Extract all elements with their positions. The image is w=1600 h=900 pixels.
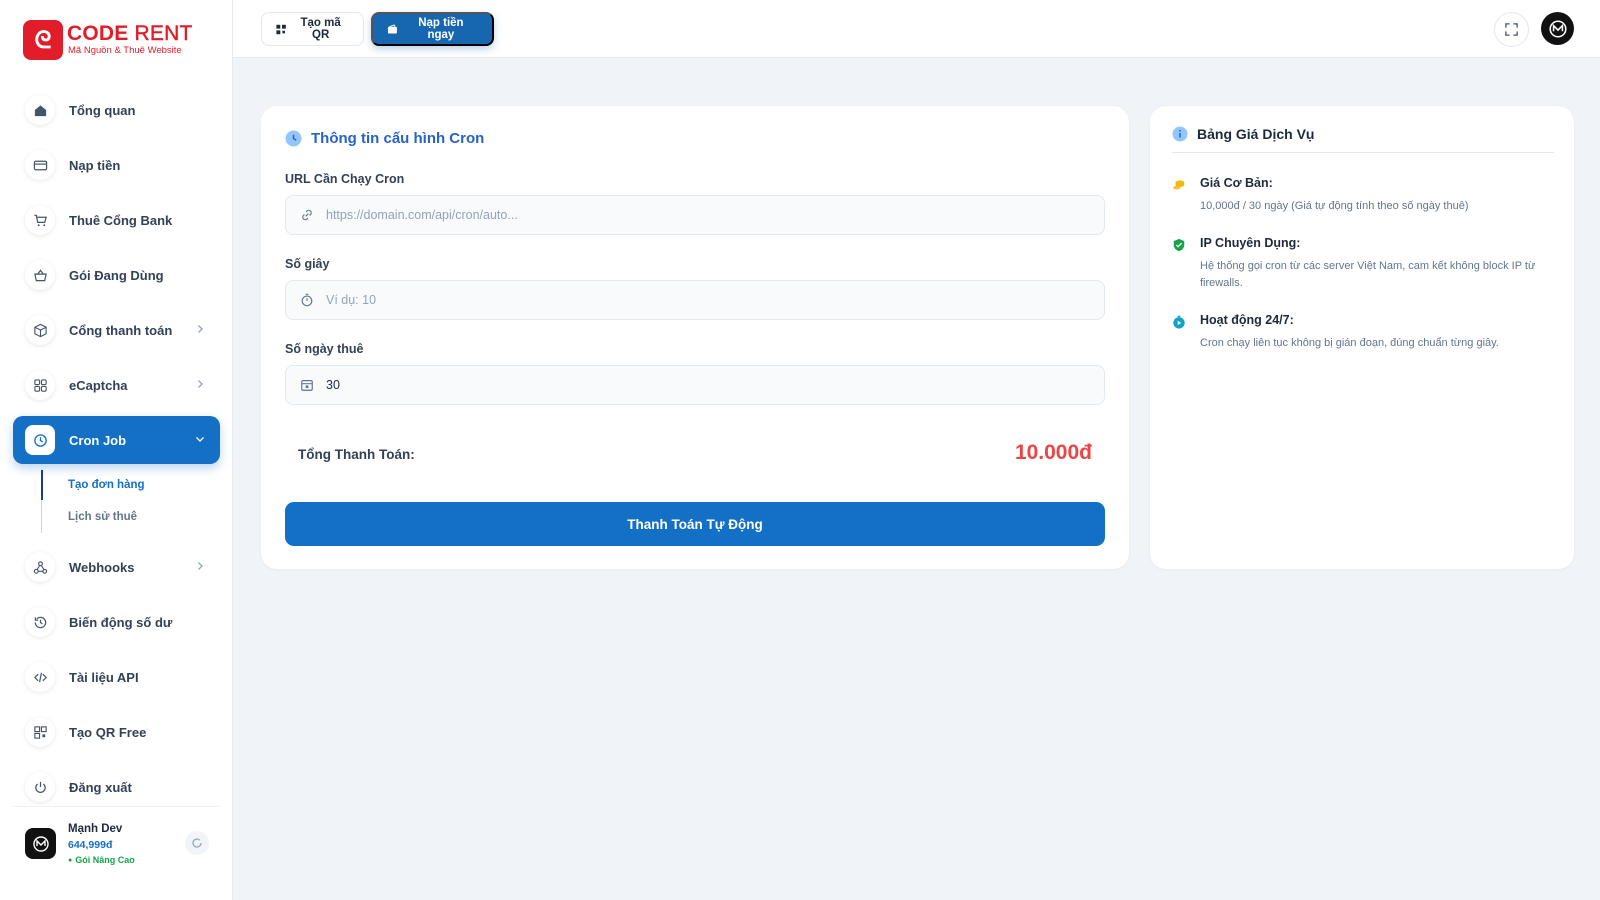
logo-mark-icon: ᘓ xyxy=(23,20,63,60)
cron-submenu: Tạo đơn hàng Lịch sử thuê xyxy=(41,469,220,533)
fullscreen-button[interactable] xyxy=(1494,12,1529,47)
sidebar-nav: Tổng quan Nạp tiền Thuê Cổng Bank Gói Đa… xyxy=(13,86,220,818)
profile-balance: 644,999đ xyxy=(68,838,113,851)
sidebar-item-label: Cổng thanh toán xyxy=(69,322,173,338)
brand-name: CODE RENT xyxy=(67,22,193,45)
sidebar-item-label: Tạo QR Free xyxy=(69,724,147,740)
power-icon xyxy=(25,772,55,802)
cart-icon xyxy=(25,205,55,235)
calendar-icon xyxy=(301,380,313,391)
days-field[interactable] xyxy=(285,365,1105,405)
seconds-label: Số giây xyxy=(285,257,330,271)
sidebar-item-label: Tài liệu API xyxy=(69,669,139,685)
clock-icon xyxy=(25,425,55,455)
qr-icon xyxy=(276,24,286,34)
sidebar-item-label: Webhooks xyxy=(69,559,135,575)
sidebar-item-payment-gateway[interactable]: Cổng thanh toán xyxy=(13,306,220,354)
chevron-right-icon xyxy=(198,325,203,333)
user-profile-card[interactable]: Mạnh Dev 644,999đ Gói Nâng Cao xyxy=(13,806,220,880)
wallet-icon xyxy=(387,23,397,34)
sidebar-item-overview[interactable]: Tổng quan xyxy=(13,86,220,134)
sidebar-item-webhooks[interactable]: Webhooks xyxy=(13,543,220,591)
submenu-item-create-order[interactable]: Tạo đơn hàng xyxy=(42,469,220,501)
sidebar-item-label: Thuê Cổng Bank xyxy=(69,212,173,228)
home-icon xyxy=(25,95,55,125)
brand-tagline: Mã Nguồn & Thuê Website xyxy=(68,45,182,56)
sidebar-item-free-qr[interactable]: Tạo QR Free xyxy=(13,708,220,756)
days-input[interactable] xyxy=(326,378,1086,392)
profile-name: Mạnh Dev xyxy=(68,822,123,835)
sidebar-item-active-plan[interactable]: Gói Đang Dùng xyxy=(13,251,220,299)
pricing-item-dedicated-ip: IP Chuyên Dụng: Hệ thống gọi cron từ các… xyxy=(1172,236,1554,292)
topup-now-label: Nạp tiền ngay xyxy=(418,17,464,41)
sidebar-item-label: Cron Job xyxy=(69,432,127,448)
topup-now-button[interactable]: Nạp tiền ngay xyxy=(371,12,494,46)
cron-config-card: Thông tin cấu hình Cron URL Cần Chạy Cro… xyxy=(261,106,1129,569)
brand-logo[interactable]: ᘓ CODE RENT Mã Nguồn & Thuê Website xyxy=(23,20,193,60)
fullscreen-icon xyxy=(1505,23,1518,36)
pricing-card: Bảng Giá Dịch Vụ Giá Cơ Bản: 10,000đ / 3… xyxy=(1150,106,1574,569)
url-input[interactable] xyxy=(326,208,1086,222)
days-label: Số ngày thuê xyxy=(285,342,364,356)
user-avatar-button[interactable] xyxy=(1541,12,1574,45)
create-qr-label: Tạo mã QR xyxy=(300,17,341,41)
pricing-title: Bảng Giá Dịch Vụ xyxy=(1172,126,1314,142)
sidebar-item-label: Đăng xuất xyxy=(69,779,132,795)
shield-check-icon xyxy=(1173,238,1185,252)
divider xyxy=(1172,152,1554,153)
refresh-button[interactable] xyxy=(185,831,209,855)
refresh-icon xyxy=(192,838,202,848)
chevron-down-icon xyxy=(196,437,204,442)
code-icon xyxy=(25,662,55,692)
card-icon xyxy=(25,150,55,180)
qr-icon xyxy=(25,717,55,747)
info-icon xyxy=(1172,126,1188,142)
box-icon xyxy=(25,315,55,345)
clock-icon xyxy=(285,130,302,147)
top-bar: Tạo mã QR Nạp tiền ngay xyxy=(233,0,1600,58)
sidebar-item-ecaptcha[interactable]: eCaptcha xyxy=(13,361,220,409)
profile-plan-badge: Gói Nâng Cao xyxy=(68,855,135,865)
pricing-item-base: Giá Cơ Bản: 10,000đ / 30 ngày (Giá tự độ… xyxy=(1172,176,1554,215)
coins-icon xyxy=(1173,180,1185,190)
logo-monogram-icon xyxy=(32,835,49,852)
auto-pay-button[interactable]: Thanh Toán Tự Động xyxy=(285,502,1105,546)
logo-monogram-icon xyxy=(1548,19,1567,38)
sidebar-item-label: Gói Đang Dùng xyxy=(69,267,164,283)
seconds-field[interactable] xyxy=(285,280,1105,320)
sidebar-item-label: Tổng quan xyxy=(69,102,136,118)
sidebar-item-logout[interactable]: Đăng xuất xyxy=(13,763,220,811)
basket-icon xyxy=(25,260,55,290)
cron-config-title: Thông tin cấu hình Cron xyxy=(285,130,484,147)
chevron-right-icon xyxy=(198,562,203,570)
history-icon xyxy=(25,607,55,637)
url-field[interactable] xyxy=(285,195,1105,235)
webhook-icon xyxy=(25,552,55,582)
total-label: Tổng Thanh Toán: xyxy=(298,447,415,462)
avatar xyxy=(25,828,56,859)
sidebar-item-balance-history[interactable]: Biến động số dư xyxy=(13,598,220,646)
stopwatch-icon xyxy=(301,293,313,307)
sidebar-item-label: Biến động số dư xyxy=(69,614,173,630)
sidebar: ᘓ CODE RENT Mã Nguồn & Thuê Website Tổng… xyxy=(0,0,233,900)
link-icon xyxy=(302,209,312,221)
sidebar-item-rent-bank[interactable]: Thuê Cổng Bank xyxy=(13,196,220,244)
total-amount: 10.000đ xyxy=(1014,441,1092,464)
chevron-right-icon xyxy=(198,380,203,388)
url-label: URL Cần Chạy Cron xyxy=(285,172,405,186)
sidebar-item-topup[interactable]: Nạp tiền xyxy=(13,141,220,189)
sidebar-item-label: Nạp tiền xyxy=(69,157,121,173)
seconds-input[interactable] xyxy=(326,293,1086,307)
stopwatch-icon xyxy=(1173,315,1185,329)
sidebar-item-label: eCaptcha xyxy=(69,377,128,393)
create-qr-button[interactable]: Tạo mã QR xyxy=(261,12,364,46)
submenu-item-rental-history[interactable]: Lịch sử thuê xyxy=(42,501,220,533)
grid-icon xyxy=(25,370,55,400)
sidebar-item-api-docs[interactable]: Tài liệu API xyxy=(13,653,220,701)
pricing-item-uptime: Hoạt động 24/7: Cron chạy liên tục không… xyxy=(1172,313,1554,352)
sidebar-item-cron-job[interactable]: Cron Job xyxy=(13,416,220,464)
